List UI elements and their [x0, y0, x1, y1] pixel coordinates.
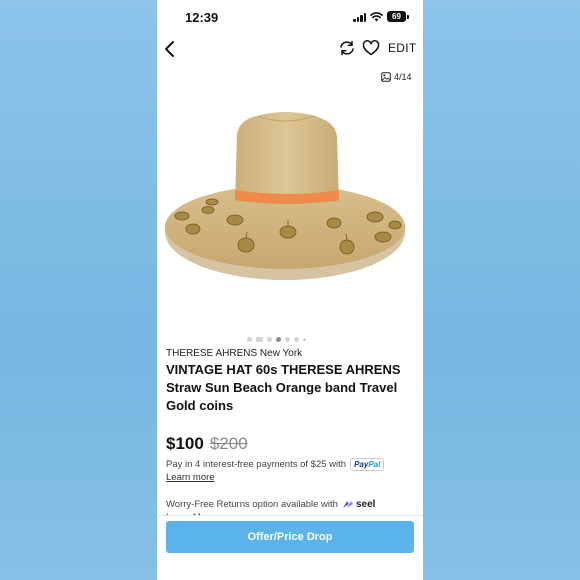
seel-logo: seel — [342, 499, 375, 510]
pagination-dot — [285, 336, 290, 342]
pagination-dot — [267, 336, 272, 342]
pagination-dot — [294, 336, 299, 342]
status-bar: 12:39 69 — [157, 0, 423, 36]
installments-text: Pay in 4 interest-free payments of $25 w… — [166, 459, 347, 470]
background-left — [0, 0, 157, 580]
battery-icon: 69 — [387, 11, 409, 22]
seel-mark-icon — [342, 501, 353, 508]
learn-more-link[interactable]: Learn more — [166, 472, 215, 483]
status-time: 12:39 — [185, 10, 219, 25]
product-title: VINTAGE HAT 60s THERESE AHRENS Straw Sun… — [166, 362, 401, 413]
top-nav: EDIT — [157, 36, 423, 62]
pagination-dot-active — [276, 336, 281, 342]
edit-button[interactable]: EDIT — [388, 41, 417, 55]
wifi-icon — [370, 12, 383, 22]
original-price: $200 — [209, 434, 248, 453]
current-price: $100 — [166, 434, 204, 453]
product-brand[interactable]: THERESE AHRENS New York — [166, 348, 302, 359]
image-icon — [381, 72, 391, 82]
price-row: $100 $200 — [166, 434, 248, 454]
installments-info: Pay in 4 interest-free payments of $25 w… — [166, 458, 385, 471]
pagination-dot — [247, 336, 252, 342]
bottom-action-bar: Offer/Price Drop — [157, 515, 423, 580]
phone-screen: 12:39 69 EDIT 4/14 THERESE AHRENS New Yo… — [157, 0, 423, 580]
offer-price-drop-button[interactable]: Offer/Price Drop — [166, 521, 414, 553]
returns-text: Worry-Free Returns option available with — [166, 499, 338, 510]
share-repost-icon[interactable] — [338, 39, 356, 57]
image-counter: 4/14 — [381, 72, 412, 82]
product-photo-hat[interactable] — [157, 92, 423, 332]
back-chevron-icon[interactable] — [163, 38, 177, 60]
returns-info: Worry-Free Returns option available with… — [166, 499, 375, 510]
gallery-pagination[interactable] — [247, 336, 306, 342]
image-counter-text: 4/14 — [394, 72, 412, 82]
cellular-signal-icon — [353, 13, 367, 22]
heart-like-icon[interactable] — [362, 39, 380, 57]
pagination-dot-video — [256, 336, 263, 342]
background-right — [423, 0, 580, 580]
paypal-logo: PayPal — [350, 458, 385, 471]
pagination-dot — [303, 337, 306, 341]
